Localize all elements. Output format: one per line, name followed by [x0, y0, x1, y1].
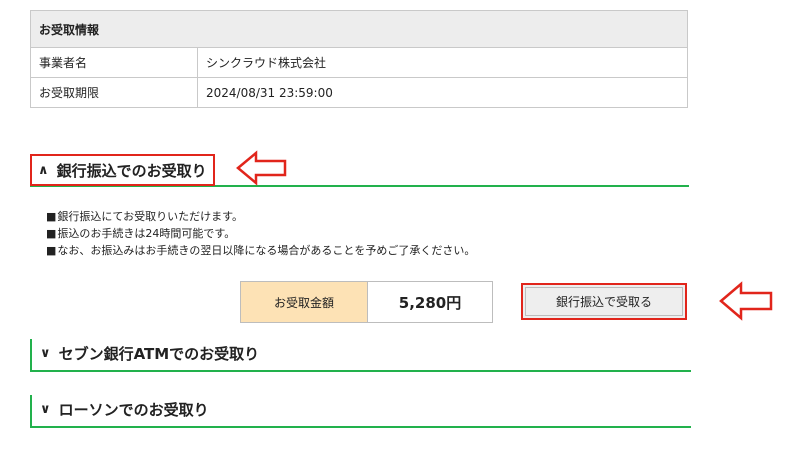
left-arrow-outline-icon	[719, 281, 773, 321]
list-item: なお、お振込みはお手続きの翌日以降になる場合があることを予めご了承ください。	[46, 242, 475, 259]
deadline-value: 2024/08/31 23:59:00	[197, 77, 688, 108]
caret-down-icon: ∨	[40, 345, 51, 361]
amount-label: お受取金額	[241, 282, 368, 322]
bank-transfer-toggle[interactable]: ∧ 銀行振込でのお受取り	[30, 154, 215, 186]
bank-transfer-section: ∧ 銀行振込でのお受取り	[30, 154, 689, 187]
lawson-title: ローソンでのお受取り	[58, 400, 209, 419]
bank-transfer-title: 銀行振込でのお受取り	[56, 161, 207, 180]
seven-bank-section: ∨ セブン銀行ATMでのお受取り	[30, 339, 691, 372]
seven-bank-title: セブン銀行ATMでのお受取り	[58, 344, 260, 363]
lawson-section: ∨ ローソンでのお受取り	[30, 395, 691, 428]
amount-value: 5,280円	[398, 293, 462, 312]
business-name-value: シンクラウド株式会社	[197, 47, 688, 78]
table-row: 事業者名 シンクラウド株式会社	[30, 47, 688, 78]
caret-up-icon: ∧	[38, 162, 49, 178]
bank-transfer-receive-button[interactable]: 銀行振込で受取る	[521, 283, 687, 320]
list-item: 振込のお手続きは24時間可能です。	[46, 225, 475, 242]
lawson-toggle[interactable]: ∨ ローソンでのお受取り	[32, 395, 215, 423]
bank-transfer-notes: 銀行振込にてお受取りいただけます。 振込のお手続きは24時間可能です。 なお、お…	[46, 208, 475, 259]
caret-down-icon: ∨	[40, 401, 51, 417]
table-row: お受取期限 2024/08/31 23:59:00	[30, 77, 688, 108]
seven-bank-toggle[interactable]: ∨ セブン銀行ATMでのお受取り	[32, 339, 265, 367]
deadline-label: お受取期限	[30, 77, 198, 108]
left-arrow-outline-icon	[236, 150, 287, 186]
receive-button-label: 銀行振込で受取る	[555, 295, 652, 309]
business-name-label: 事業者名	[30, 47, 198, 78]
list-item: 銀行振込にてお受取りいただけます。	[46, 208, 475, 225]
receipt-info-header: お受取情報	[30, 10, 688, 48]
amount-box: お受取金額 5,280円	[240, 281, 493, 323]
receipt-info-table: お受取情報 事業者名 シンクラウド株式会社 お受取期限 2024/08/31 2…	[30, 10, 688, 108]
